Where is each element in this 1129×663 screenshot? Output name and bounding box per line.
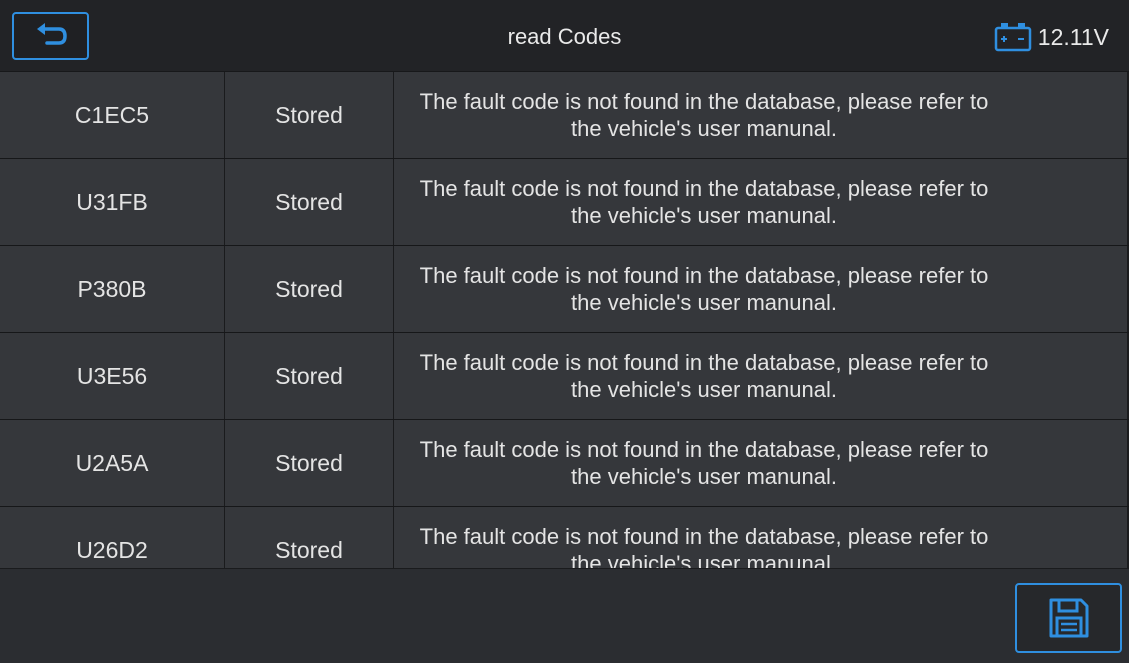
status-cell: Stored [225,246,394,332]
code-cell: U31FB [0,159,225,245]
save-icon [1049,598,1088,638]
description-text: The fault code is not found in the datab… [419,524,989,568]
description-text: The fault code is not found in the datab… [419,350,989,402]
status-cell: Stored [225,159,394,245]
description-cell: The fault code is not found in the datab… [394,507,1128,568]
status-cell: Stored [225,507,394,568]
status-cell: Stored [225,420,394,506]
description-text: The fault code is not found in the datab… [419,176,989,228]
table-row[interactable]: U26D2 Stored The fault code is not found… [0,507,1129,568]
code-cell: U3E56 [0,333,225,419]
battery-icon [994,23,1032,52]
battery-status: 12.11V [994,20,1109,54]
table-row[interactable]: U31FB Stored The fault code is not found… [0,159,1129,246]
status-cell: Stored [225,72,394,158]
description-text: The fault code is not found in the datab… [419,263,989,315]
status-cell: Stored [225,333,394,419]
code-cell: P380B [0,246,225,332]
fault-code-list[interactable]: C1EC5 Stored The fault code is not found… [0,72,1129,568]
save-button[interactable] [1015,583,1122,653]
top-bar: read Codes 12.11V [0,0,1129,72]
bottom-bar [0,568,1129,663]
code-cell: C1EC5 [0,72,225,158]
table-row[interactable]: U3E56 Stored The fault code is not found… [0,333,1129,420]
description-text: The fault code is not found in the datab… [419,437,989,489]
table-row[interactable]: P380B Stored The fault code is not found… [0,246,1129,333]
description-cell: The fault code is not found in the datab… [394,246,1128,332]
table-row[interactable]: U2A5A Stored The fault code is not found… [0,420,1129,507]
description-text: The fault code is not found in the datab… [419,89,989,141]
table-row[interactable]: C1EC5 Stored The fault code is not found… [0,72,1129,159]
description-cell: The fault code is not found in the datab… [394,420,1128,506]
code-cell: U26D2 [0,507,225,568]
voltage-readout: 12.11V [1037,23,1109,50]
description-cell: The fault code is not found in the datab… [394,159,1128,245]
description-cell: The fault code is not found in the datab… [394,72,1128,158]
page-title: read Codes [507,24,622,49]
code-cell: U2A5A [0,420,225,506]
description-cell: The fault code is not found in the datab… [394,333,1128,419]
